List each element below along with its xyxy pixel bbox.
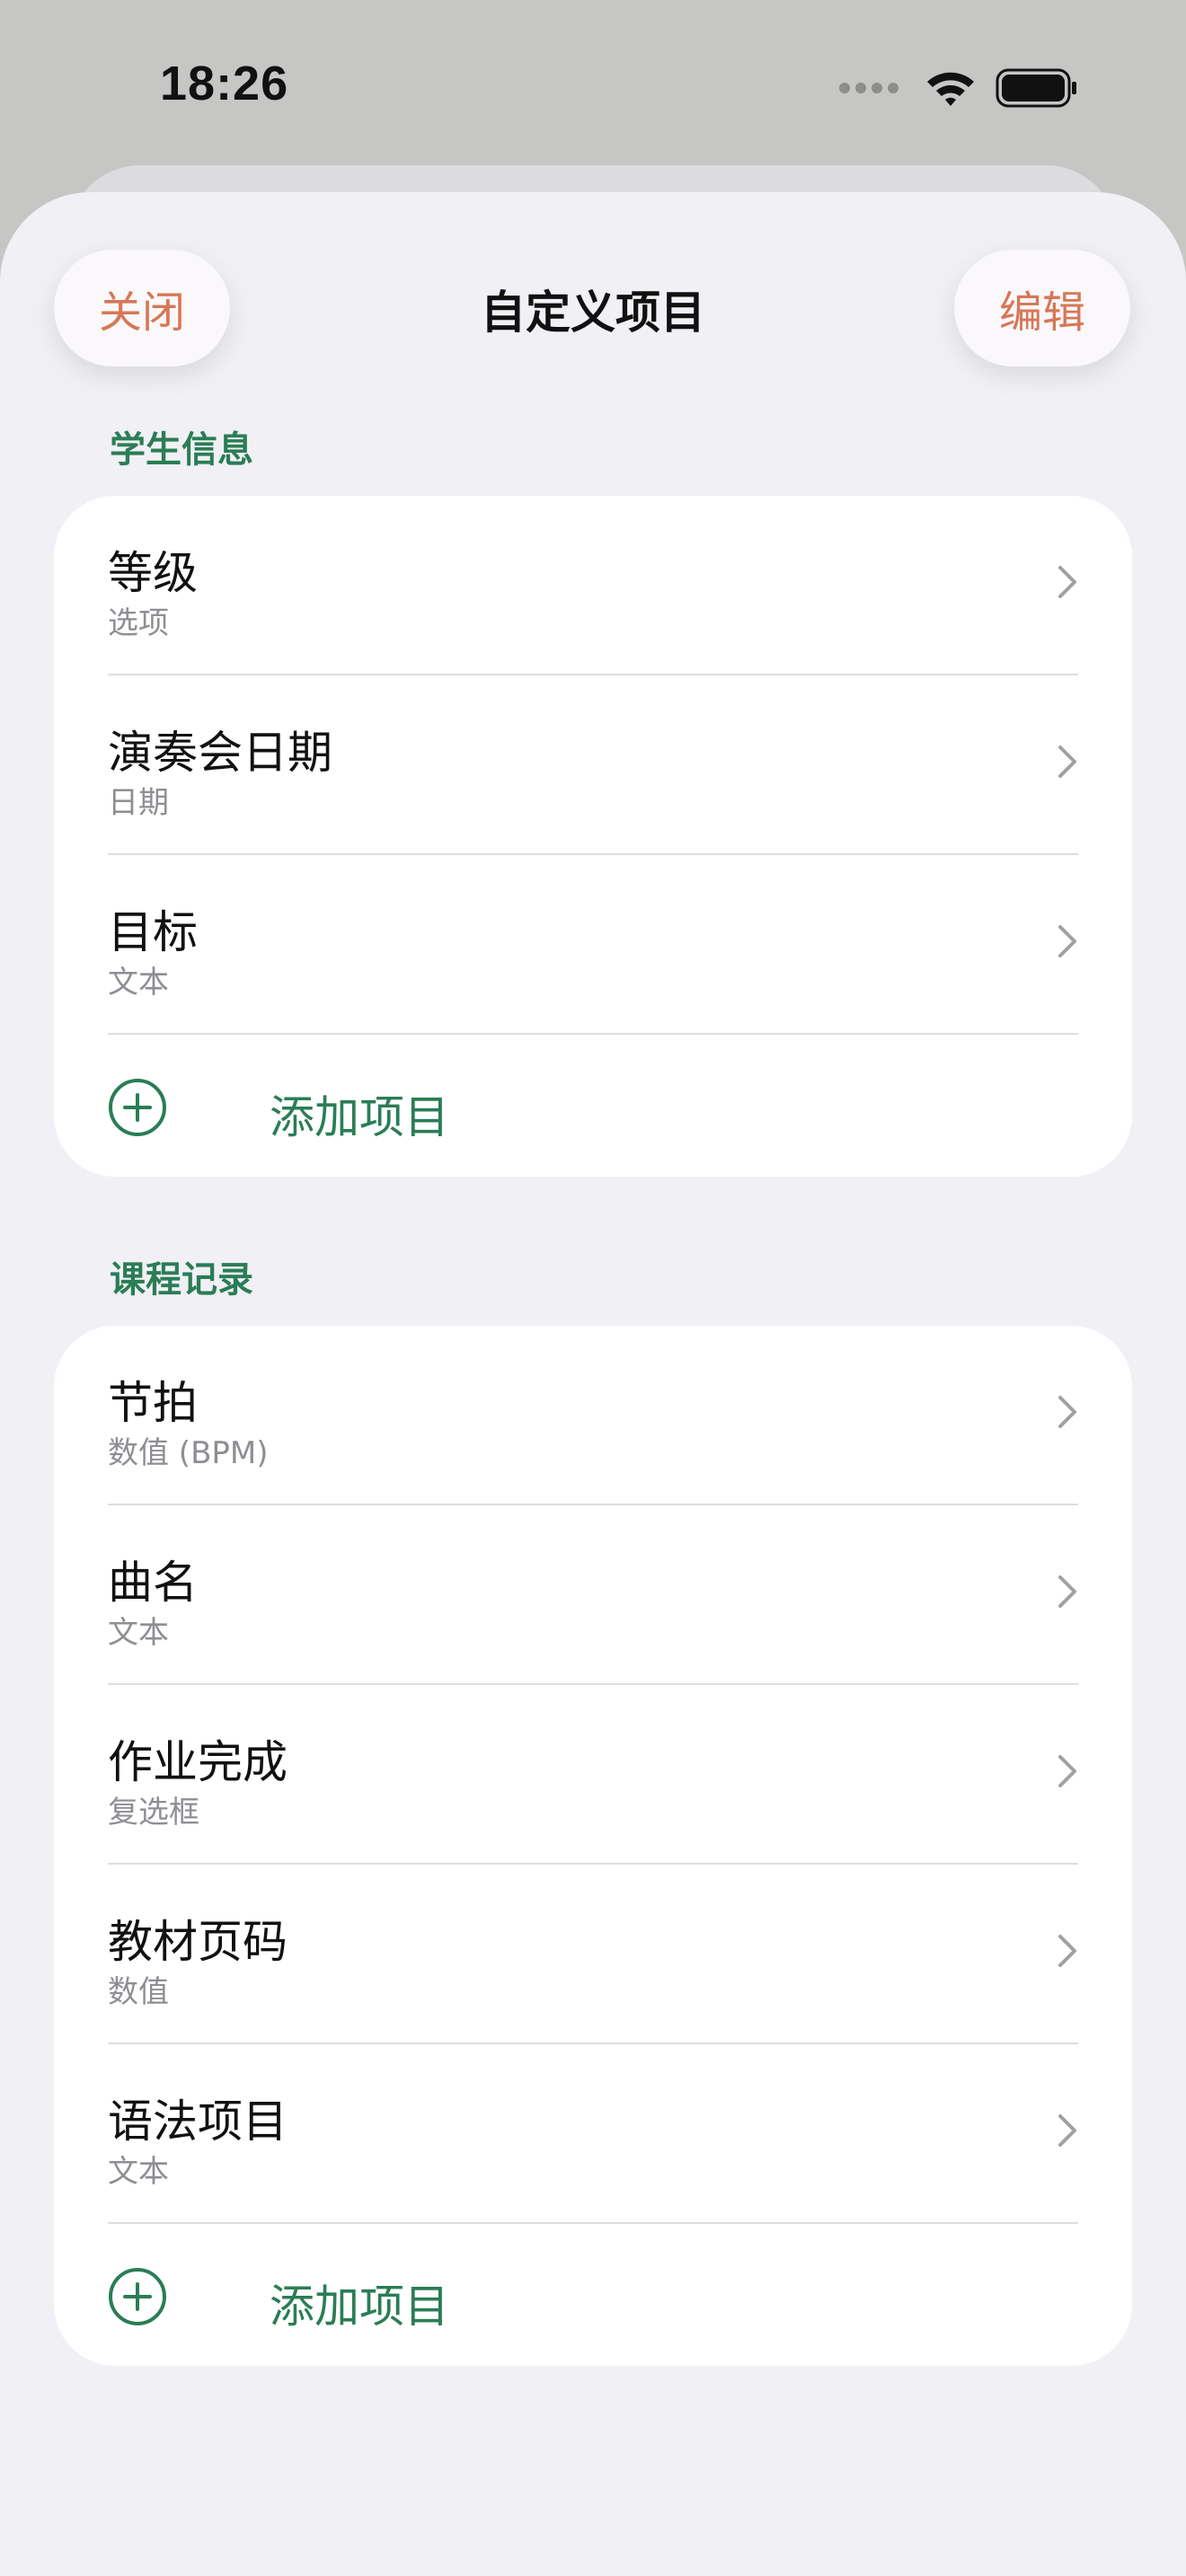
add-item-button[interactable]: 添加项目: [108, 2224, 1132, 2366]
add-item-label: 添加项目: [270, 2280, 449, 2333]
chevron-right-icon: [1058, 1575, 1076, 1608]
item-title: 教材页码: [108, 1916, 288, 1968]
chevron-right-icon: [1058, 1396, 1076, 1428]
list-item[interactable]: 语法项目 文本: [108, 2044, 1132, 2224]
item-title: 作业完成: [108, 1736, 288, 1788]
chevron-right-icon: [1058, 1755, 1076, 1787]
status-time: 18:26: [160, 57, 289, 110]
list-item[interactable]: 等级 选项: [108, 496, 1132, 675]
list-item[interactable]: 演奏会日期 日期: [108, 675, 1132, 855]
chevron-right-icon: [1058, 745, 1076, 778]
section-header-student-info: 学生信息: [110, 429, 253, 471]
item-type: 复选框: [108, 1795, 199, 1831]
chevron-right-icon: [1058, 1935, 1076, 1967]
item-title: 节拍: [108, 1377, 198, 1429]
lesson-records-card: 节拍 数值 (BPM) 曲名 文本 作业完成 复选框 教材页码 数值 语法项目 …: [54, 1326, 1132, 2366]
plus-circle-icon: [109, 2268, 166, 2325]
item-title: 曲名: [108, 1557, 198, 1609]
wifi-icon: [927, 72, 974, 106]
chevron-right-icon: [1058, 566, 1076, 598]
item-type: 日期: [108, 785, 169, 821]
item-title: 演奏会日期: [108, 727, 332, 779]
item-type: 选项: [108, 605, 169, 641]
item-title: 目标: [108, 906, 198, 958]
plus-circle-icon: [109, 1079, 166, 1136]
add-item-button[interactable]: 添加项目: [108, 1035, 1132, 1177]
section-header-lesson-records: 课程记录: [110, 1259, 253, 1301]
item-type: 文本: [108, 1615, 169, 1651]
item-type: 文本: [108, 965, 169, 1001]
cellular-signal-icon: [839, 83, 898, 93]
chevron-right-icon: [1058, 925, 1076, 957]
list-item[interactable]: 目标 文本: [108, 855, 1132, 1035]
edit-button[interactable]: 编辑: [954, 250, 1130, 366]
item-type: 数值 (BPM): [108, 1435, 269, 1471]
list-item[interactable]: 节拍 数值 (BPM): [108, 1326, 1132, 1505]
list-item[interactable]: 曲名 文本: [108, 1505, 1132, 1685]
item-title: 等级: [108, 547, 198, 599]
chevron-right-icon: [1058, 2114, 1076, 2147]
item-title: 语法项目: [108, 2095, 288, 2148]
battery-icon: [996, 68, 1076, 108]
screen: 18:26 关闭 自定义项目 编辑 学生信息 等级 选项 演奏会日期 日期 目标…: [0, 0, 1186, 2576]
list-item[interactable]: 作业完成 复选框: [108, 1685, 1132, 1865]
item-type: 数值: [108, 1974, 169, 2010]
item-type: 文本: [108, 2154, 169, 2190]
status-icons: [839, 61, 1078, 115]
list-item[interactable]: 教材页码 数值: [108, 1865, 1132, 2044]
student-info-card: 等级 选项 演奏会日期 日期 目标 文本 添加项目: [54, 496, 1132, 1177]
add-item-label: 添加项目: [270, 1091, 449, 1143]
